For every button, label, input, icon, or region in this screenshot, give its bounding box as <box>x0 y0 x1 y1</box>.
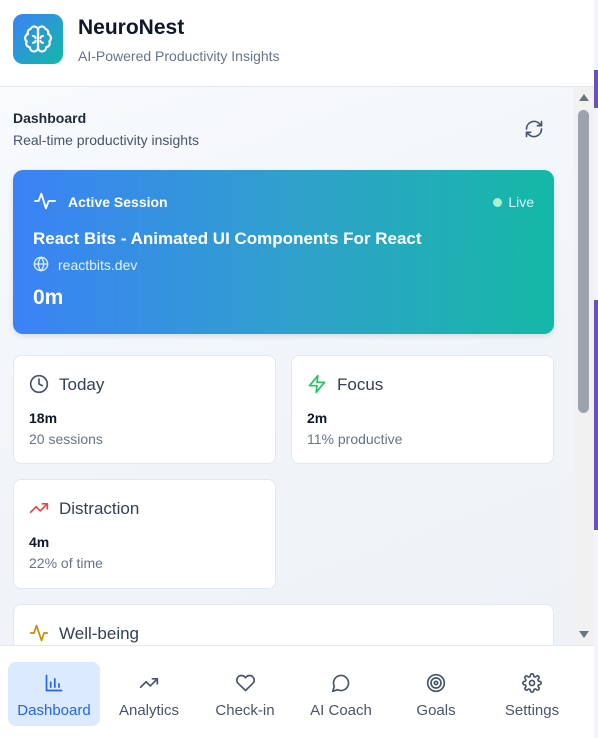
active-session-card: Active Session Live React Bits - Animate… <box>13 170 554 334</box>
active-session-label: Active Session <box>68 194 168 210</box>
bar-chart-icon <box>44 672 64 694</box>
today-card: Today 18m 20 sessions <box>13 355 276 464</box>
refresh-button[interactable] <box>522 117 546 141</box>
nav-dashboard-label: Dashboard <box>17 702 91 719</box>
page-title: Dashboard <box>13 110 87 126</box>
session-page-title: React Bits - Animated UI Components For … <box>33 229 422 248</box>
nav-analytics[interactable]: Analytics <box>103 662 195 726</box>
activity-icon <box>29 623 49 645</box>
focus-productive: 11% productive <box>307 431 403 447</box>
trending-up-icon <box>138 672 160 694</box>
globe-icon <box>33 256 49 277</box>
scrollbar[interactable] <box>574 87 594 645</box>
bottom-nav: Dashboard Analytics Check-in AI Coach Go… <box>0 645 594 738</box>
distraction-share: 22% of time <box>29 555 103 571</box>
nav-check-in[interactable]: Check-in <box>199 662 291 726</box>
heart-icon <box>235 672 256 694</box>
window-edge-accent <box>594 300 598 530</box>
nav-goals-label: Goals <box>416 702 456 719</box>
dashboard-panel: Dashboard Real-time productivity insight… <box>0 87 574 645</box>
app-header: NeuroNest AI-Powered Productivity Insigh… <box>0 0 598 87</box>
nav-settings[interactable]: Settings <box>486 662 578 726</box>
distraction-value: 4m <box>29 534 50 550</box>
wellbeing-card: Well-being <box>13 604 554 645</box>
lightning-icon <box>307 374 327 399</box>
distraction-label: Distraction <box>59 499 140 518</box>
nav-ai-coach[interactable]: AI Coach <box>295 662 387 726</box>
wellbeing-label: Well-being <box>59 624 140 643</box>
today-value: 18m <box>29 410 58 426</box>
scroll-up-arrow-icon[interactable] <box>579 94 589 101</box>
scroll-down-arrow-icon[interactable] <box>579 631 589 638</box>
pulse-icon <box>33 190 57 217</box>
scrollbar-thumb[interactable] <box>578 110 589 413</box>
app-name: NeuroNest <box>78 16 185 39</box>
window-edge-accent <box>594 70 598 108</box>
session-duration: 0m <box>33 286 64 309</box>
trending-up-icon <box>29 498 49 523</box>
nav-ai-coach-label: AI Coach <box>310 702 372 719</box>
page-subtitle: Real-time productivity insights <box>13 132 199 148</box>
nav-dashboard[interactable]: Dashboard <box>8 662 100 726</box>
refresh-icon <box>525 120 543 138</box>
today-sessions: 20 sessions <box>29 431 103 447</box>
live-status: Live <box>493 194 534 210</box>
chat-bubble-icon <box>331 672 351 694</box>
live-status-label: Live <box>508 194 534 210</box>
focus-label: Focus <box>337 375 384 394</box>
nav-goals[interactable]: Goals <box>390 662 482 726</box>
nav-settings-label: Settings <box>504 702 560 719</box>
app-window: NeuroNest AI-Powered Productivity Insigh… <box>0 0 598 738</box>
focus-value: 2m <box>307 410 328 426</box>
focus-card: Focus 2m 11% productive <box>291 355 554 464</box>
app-tagline: AI-Powered Productivity Insights <box>78 48 280 64</box>
session-domain: reactbits.dev <box>58 257 138 273</box>
clock-icon <box>29 374 49 399</box>
nav-analytics-label: Analytics <box>118 702 180 719</box>
brain-icon <box>13 14 63 64</box>
target-icon <box>426 672 446 694</box>
live-dot-icon <box>493 197 503 207</box>
gear-icon <box>522 672 542 694</box>
today-label: Today <box>59 375 105 394</box>
nav-check-in-label: Check-in <box>215 702 275 719</box>
distraction-card: Distraction 4m 22% of time <box>13 479 276 589</box>
